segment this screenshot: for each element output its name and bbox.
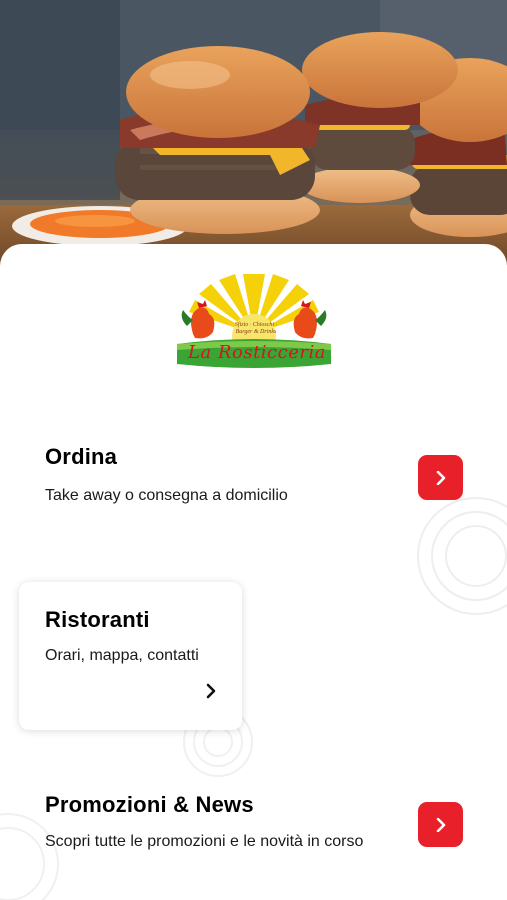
ordina-subtitle: Take away o consegna a domicilio <box>45 487 288 504</box>
logo-tagline: Sfizio · Chioschi · Burger & Drinks <box>234 322 278 335</box>
chevron-right-icon <box>436 817 445 832</box>
chevron-right-icon[interactable] <box>203 683 219 699</box>
ristoranti-title: Ristoranti <box>45 607 150 632</box>
menu-card-ristoranti[interactable]: Ristoranti Orari, mappa, contatti <box>19 582 242 730</box>
content-sheet: Sfizio · Chioschi · Burger & Drinks La R… <box>0 244 507 900</box>
logo-brand-name: La Rosticceria <box>188 342 326 363</box>
ristoranti-subtitle: Orari, mappa, contatti <box>45 647 199 664</box>
ordina-arrow-button[interactable] <box>418 455 463 500</box>
promo-arrow-button[interactable] <box>418 802 463 847</box>
burger-photo <box>0 0 507 270</box>
hero-image <box>0 0 507 270</box>
promo-subtitle: Scopri tutte le promozioni e le novità i… <box>45 833 364 850</box>
brand-logo: Sfizio · Chioschi · Burger & Drinks La R… <box>173 274 335 372</box>
chevron-right-icon <box>436 470 445 485</box>
ordina-title: Ordina <box>45 444 118 469</box>
promo-title: Promozioni & News <box>45 792 254 817</box>
